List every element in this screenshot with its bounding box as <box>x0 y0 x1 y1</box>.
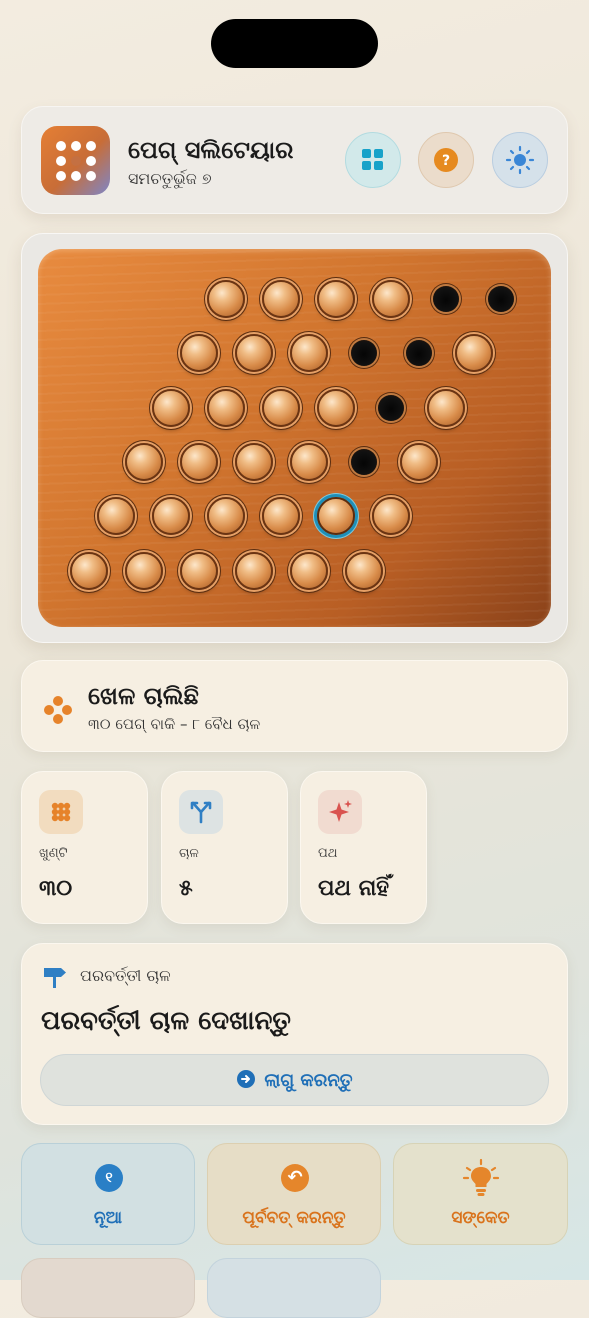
peg[interactable] <box>234 334 273 373</box>
peg[interactable] <box>69 551 108 590</box>
empty-hole[interactable] <box>433 286 459 312</box>
empty-hole[interactable] <box>350 448 377 475</box>
branch-icon <box>179 790 223 834</box>
game-board[interactable] <box>38 249 551 627</box>
empty-hole[interactable] <box>350 340 377 367</box>
board-frame <box>21 233 568 643</box>
stat-path: ପଥ ପଥ ନାହିଁ <box>300 771 427 924</box>
apply-move-label: ଲାଗୁ କରନ୍ତୁ <box>264 1070 353 1091</box>
peg[interactable] <box>124 442 163 481</box>
peg[interactable] <box>207 388 245 427</box>
arrow-right-circle-icon <box>237 1070 256 1088</box>
undo-button[interactable]: ↶ ପୂର୍ବବତ୍ କରନ୍ତୁ <box>207 1143 381 1245</box>
grid-icon <box>362 149 383 170</box>
peg[interactable] <box>179 442 218 481</box>
peg-grid-icon <box>41 126 110 195</box>
stat-pegs: ଖୁଣ୍ଟି ୩୦ <box>21 771 148 924</box>
board-variant-label: ସମଚତୁର୍ଭୁଜ ୭ <box>128 169 212 188</box>
question-icon: ? <box>434 148 458 172</box>
undo-label: ପୂର୍ବବତ୍ କରନ୍ତୁ <box>242 1208 346 1228</box>
peg[interactable] <box>179 334 218 373</box>
hint-label: ସଙ୍କେତ <box>451 1208 510 1228</box>
app-title: ପେଗ୍ ସଲିଟେୟାର <box>128 136 294 164</box>
pegs-icon <box>39 790 83 834</box>
signpost-icon <box>44 968 66 988</box>
peg[interactable] <box>427 388 465 427</box>
sun-icon <box>505 145 535 175</box>
stat-moves: ଚାଳ ୫ <box>161 771 288 924</box>
empty-hole[interactable] <box>405 340 432 367</box>
pegs-cluster-icon <box>44 696 72 724</box>
stat-value: ପଥ ନାହିଁ <box>318 876 390 901</box>
layout-button[interactable] <box>345 132 401 188</box>
peg[interactable] <box>372 497 410 536</box>
theme-button[interactable] <box>492 132 548 188</box>
peg[interactable] <box>454 334 493 373</box>
stat-label: ପଥ <box>318 846 338 861</box>
svg-text:?: ? <box>442 153 450 169</box>
stat-value: ୩୦ <box>39 876 73 901</box>
peg[interactable] <box>234 442 273 481</box>
peg[interactable] <box>152 497 190 536</box>
stat-label: ଖୁଣ୍ଟି <box>39 846 68 861</box>
help-button[interactable]: ? <box>418 132 474 188</box>
empty-hole[interactable] <box>378 394 404 421</box>
header-card: ପେଗ୍ ସଲିଟେୟାର ସମଚତୁର୍ଭୁଜ ୭ ? <box>21 106 568 214</box>
peg[interactable] <box>372 280 410 318</box>
sparkle-icon <box>318 790 362 834</box>
peg[interactable] <box>207 280 245 318</box>
status-card: ଖେଳ ଚାଲିଛି ୩୦ ପେଗ୍ ବାକି – ୮ ବୈଧ ଚାଳ <box>21 660 568 752</box>
game-status-title: ଖେଳ ଚାଲିଛି <box>88 682 199 710</box>
peg[interactable] <box>207 497 245 536</box>
peg[interactable] <box>262 280 300 318</box>
new-game-icon: ୧ <box>95 1164 123 1192</box>
peg[interactable] <box>179 551 218 590</box>
stat-label: ଚାଳ <box>179 846 199 861</box>
extra-action-button[interactable] <box>21 1258 195 1318</box>
selected-peg[interactable] <box>317 497 355 536</box>
dynamic-island <box>211 19 378 68</box>
peg[interactable] <box>289 551 328 590</box>
extra-action-button[interactable] <box>207 1258 381 1318</box>
undo-icon: ↶ <box>281 1164 309 1192</box>
peg[interactable] <box>289 442 328 481</box>
next-move-card: ପରବର୍ତ୍ତୀ ଚାଳ ପରବର୍ତ୍ତୀ ଚାଳ ଦେଖାନ୍ତୁ ଲାଗ… <box>21 943 568 1125</box>
peg[interactable] <box>317 388 355 427</box>
peg[interactable] <box>289 334 328 373</box>
empty-hole[interactable] <box>488 286 514 312</box>
next-move-label: ପରବର୍ତ୍ତୀ ଚାଳ <box>80 966 171 985</box>
new-game-label: ନୂଆ <box>93 1208 123 1228</box>
hint-button[interactable]: ସଙ୍କେତ <box>393 1143 568 1245</box>
peg[interactable] <box>344 551 383 590</box>
peg[interactable] <box>262 497 300 536</box>
peg[interactable] <box>124 551 163 590</box>
peg[interactable] <box>399 442 438 481</box>
peg[interactable] <box>152 388 190 427</box>
game-status-detail: ୩୦ ପେଗ୍ ବାକି – ୮ ବୈଧ ଚାଳ <box>88 715 261 733</box>
lightbulb-icon <box>462 1158 500 1196</box>
peg[interactable] <box>97 497 135 536</box>
next-move-title: ପରବର୍ତ୍ତୀ ଚାଳ ଦେଖାନ୍ତୁ <box>41 1006 291 1036</box>
new-game-button[interactable]: ୧ ନୂଆ <box>21 1143 195 1245</box>
stat-value: ୫ <box>179 876 193 901</box>
peg[interactable] <box>317 280 355 318</box>
peg[interactable] <box>262 388 300 427</box>
apply-move-button[interactable]: ଲାଗୁ କରନ୍ତୁ <box>40 1054 549 1106</box>
peg[interactable] <box>234 551 273 590</box>
